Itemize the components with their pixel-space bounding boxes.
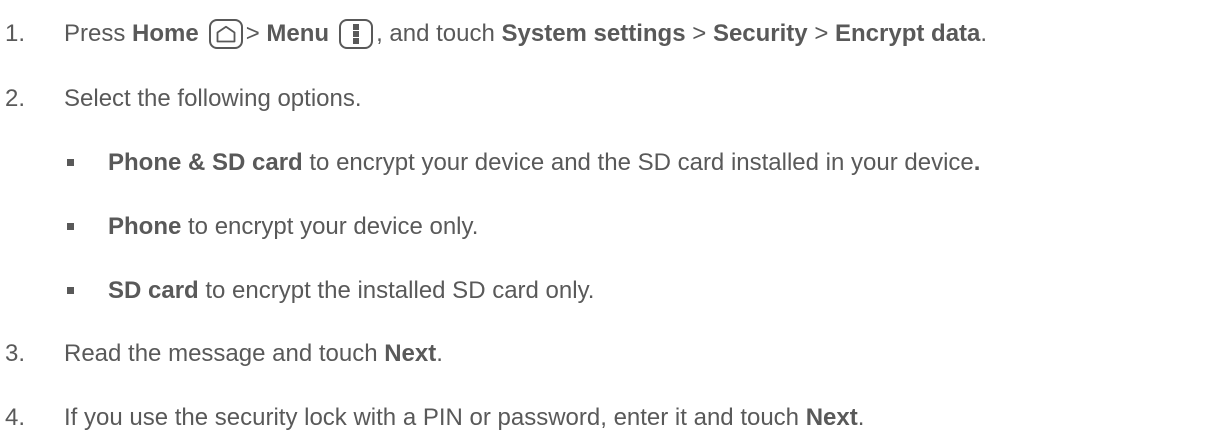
step-text-part: Press bbox=[64, 20, 133, 47]
option-text: Phone & SD card to encrypt your device a… bbox=[108, 146, 980, 180]
option-desc: to encrypt the installed SD card only. bbox=[198, 277, 595, 304]
step-text-part: > bbox=[245, 20, 267, 47]
step-number: 1. bbox=[5, 20, 26, 47]
step-text: Select the following options. bbox=[64, 82, 362, 116]
menu-label: Menu bbox=[266, 20, 330, 47]
menu-icon-glyph bbox=[353, 24, 360, 44]
step-text-part: Select the following options. bbox=[64, 85, 362, 112]
bullet-icon bbox=[67, 287, 74, 294]
option-bold: Phone bbox=[108, 213, 182, 240]
option-text: Phone to encrypt your device only. bbox=[108, 210, 478, 244]
security-label: Security bbox=[712, 20, 808, 47]
step-text-part: > bbox=[807, 20, 836, 47]
next-label: Next bbox=[384, 340, 437, 367]
instruction-page: 1. Press Home > Menu , and touch System … bbox=[0, 0, 1214, 442]
bullet-icon bbox=[67, 223, 74, 230]
home-icon-glyph bbox=[216, 25, 236, 43]
step-number: 2. bbox=[5, 85, 26, 112]
home-label: Home bbox=[132, 20, 199, 47]
option-desc: to encrypt your device and the SD card i… bbox=[302, 149, 974, 176]
step-text: If you use the security lock with a PIN … bbox=[64, 401, 864, 435]
bullet-icon bbox=[67, 159, 74, 166]
menu-icon bbox=[339, 19, 374, 49]
encrypt-data-label: Encrypt data bbox=[835, 20, 981, 47]
option-bold: Phone & SD card bbox=[108, 149, 303, 176]
next-label: Next bbox=[805, 404, 858, 431]
step-number: 3. bbox=[5, 340, 26, 367]
step-text-part: . bbox=[857, 404, 865, 431]
step-text-part: Read the message and touch bbox=[64, 340, 385, 367]
option-end: . bbox=[973, 149, 981, 176]
system-settings-label: System settings bbox=[501, 20, 686, 47]
step-number: 4. bbox=[5, 404, 26, 431]
step-text-part: . bbox=[436, 340, 443, 367]
home-icon bbox=[208, 19, 243, 49]
step-text-part: If you use the security lock with a PIN … bbox=[64, 404, 806, 431]
option-text: SD card to encrypt the installed SD card… bbox=[108, 274, 594, 308]
step-text-part: > bbox=[685, 20, 713, 47]
step-text-part: , and touch bbox=[376, 20, 502, 47]
step-text: Press Home > Menu , and touch System set… bbox=[64, 17, 987, 51]
option-desc: to encrypt your device only. bbox=[181, 213, 479, 240]
step-text-part: . bbox=[980, 20, 988, 47]
step-text: Read the message and touch Next . bbox=[64, 337, 443, 371]
option-bold: SD card bbox=[108, 277, 199, 304]
